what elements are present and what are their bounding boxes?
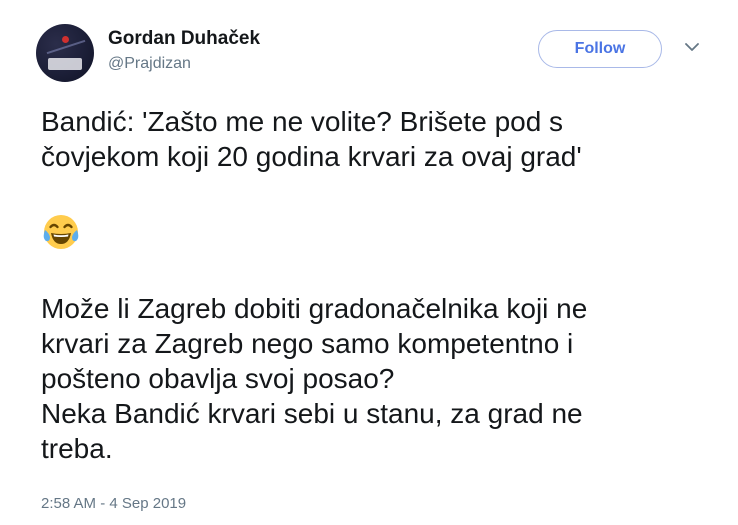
face-with-tears-of-joy-icon: [41, 212, 81, 252]
avatar-decoration: [48, 58, 82, 70]
tweet-line: krvari za Zagreb nego samo kompetentno i: [41, 328, 574, 359]
tweet-line: Neka Bandić krvari sebi u stanu, za grad…: [41, 398, 583, 429]
avatar[interactable]: [36, 24, 94, 82]
chevron-down-icon[interactable]: [683, 38, 701, 56]
tweet-line: čovjekom koji 20 godina krvari za ovaj g…: [41, 141, 582, 172]
tweet-line: pošteno obavlja svoj posao?: [41, 363, 395, 394]
tweet-paragraph: Bandić: 'Zašto me ne volite? Brišete pod…: [41, 104, 711, 174]
tweet-paragraph: Može li Zagreb dobiti gradonačelnika koj…: [41, 291, 711, 466]
author-handle[interactable]: @Prajdizan: [108, 55, 191, 73]
tweet-paragraph: [41, 212, 711, 260]
tweet-line: Bandić: 'Zašto me ne volite? Brišete pod…: [41, 106, 564, 137]
tweet-line: Može li Zagreb dobiti gradonačelnika koj…: [41, 293, 588, 324]
follow-button[interactable]: Follow: [538, 30, 662, 68]
avatar-decoration: [62, 36, 69, 43]
tweet-timestamp[interactable]: 2:58 AM - 4 Sep 2019: [41, 495, 186, 512]
tweet-line: treba.: [41, 433, 113, 464]
author-name[interactable]: Gordan Duhaček: [108, 28, 260, 50]
